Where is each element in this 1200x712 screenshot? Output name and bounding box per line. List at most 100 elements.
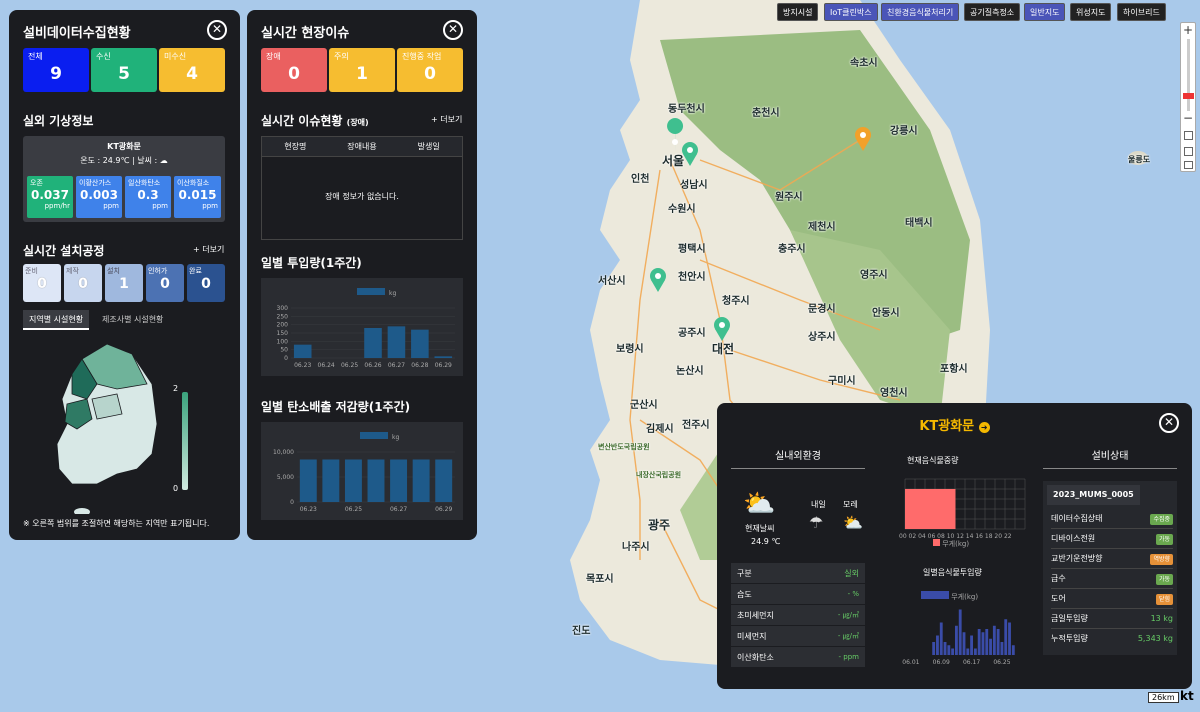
place-label: 상주시 (808, 332, 836, 343)
x-tick-label: 06.29 (435, 362, 452, 369)
place-label: 영천시 (880, 388, 908, 399)
map-btn-hybrid[interactable]: 하이브리드 (1117, 3, 1166, 21)
weather-temp-text: 온도 : 24.9℃ | 날씨 : (80, 156, 158, 165)
map-btn-normal-map[interactable]: 일반지도 (1024, 3, 1066, 21)
close-icon[interactable]: ✕ (443, 20, 463, 40)
issue-table-header: 현장명 장애내용 발생일 (262, 137, 462, 157)
bar (939, 622, 943, 655)
bar (954, 625, 958, 655)
equip-label: 급수 (1051, 574, 1066, 583)
equip-row: 금일투입량 13 kg (1051, 609, 1173, 629)
arrow-right-icon[interactable]: ➜ (978, 422, 990, 433)
stat-value: 0 (288, 64, 300, 84)
env-label: 미세먼지 (737, 632, 767, 641)
zoom-in-button[interactable]: + (1181, 23, 1195, 37)
place-label: 전주시 (682, 420, 710, 431)
bar (1004, 619, 1008, 655)
bar (977, 629, 981, 655)
close-icon[interactable]: ✕ (207, 20, 227, 40)
bar (367, 459, 385, 502)
env-label: 습도 (737, 590, 752, 599)
map-btn-air-station[interactable]: 공기질측정소 (964, 3, 1021, 21)
map-btn-prevention[interactable]: 방지시설 (777, 3, 819, 21)
equip-badge: 가동 (1155, 534, 1173, 545)
place-label: 나주시 (622, 542, 650, 553)
carbon-chart-heading: 일별 탄소배출 저감량(1주간) (261, 400, 411, 414)
equip-card: 2023_MUMS_0005 데이터수집상태 수집중 디바이스전원 가동 교반기운전… (1043, 481, 1177, 655)
input-chart-heading: 일별 투입량(1주간) (261, 256, 362, 270)
x-tick-label: 06.27 (388, 362, 405, 369)
bar (364, 328, 382, 358)
legend-swatch (357, 288, 385, 295)
stat-value: 4 (186, 64, 198, 84)
issue-more-link[interactable]: + 더보기 (431, 114, 462, 125)
install-value: 0 (160, 276, 170, 292)
install-more-link[interactable]: + 더보기 (193, 244, 224, 255)
legend-gradient[interactable] (182, 392, 188, 490)
place-label: 구미시 (828, 376, 856, 387)
tomorrow-label: 내일 (811, 500, 826, 509)
map-tool-icon[interactable] (1184, 131, 1193, 140)
install-value: 1 (119, 276, 129, 292)
zoom-out-button[interactable]: − (1181, 111, 1195, 125)
korea-region-map[interactable] (37, 344, 167, 514)
popup-title[interactable]: KT광화문 ➜ (717, 415, 1192, 434)
bar (435, 459, 453, 502)
place-label: 평택시 (678, 244, 706, 255)
place-label: 대전 (712, 342, 735, 356)
place-label: 태백시 (905, 218, 933, 229)
place-label: 충주시 (778, 244, 806, 255)
place-label: 김제시 (646, 424, 674, 435)
stat-not-received: 미수신 4 (159, 48, 225, 92)
equip-label: 금일투입량 (1051, 614, 1088, 623)
y-tick-label: 300 (277, 305, 289, 312)
equip-badge: 수집중 (1150, 514, 1173, 525)
daily-food-chart: 06.01 06.09 06.17 06.25 (902, 609, 1015, 666)
zoom-slider[interactable] (1187, 39, 1190, 111)
equip-value: 5,343 kg (1137, 634, 1173, 643)
current-weight-heading: 현재음식물중량 (907, 456, 959, 465)
bar (322, 459, 340, 502)
stat-label: 장애 (266, 52, 281, 61)
env-value: - ㎍/㎥ (837, 611, 859, 619)
bar (943, 642, 947, 655)
place-label: 청주시 (722, 296, 750, 307)
input-chart-box: kg 300 250 200 150 100 50 0 06.23 06.24 06.25 06.26… (261, 278, 463, 376)
bar (920, 489, 926, 529)
panel-title: 실시간 현장이슈 (261, 26, 350, 41)
place-label: 서산시 (598, 276, 626, 287)
stat-label: 미수신 (164, 52, 187, 61)
tab-region[interactable]: 지역별 시설현황 (23, 310, 90, 330)
stat-value: 0 (424, 64, 436, 84)
weather-item: 일산화탄소 0.3 ppm (125, 176, 171, 218)
install-label: 제작 (66, 267, 79, 275)
bar (936, 635, 939, 655)
legend-min: 0 (173, 484, 179, 493)
zoom-handle[interactable] (1183, 93, 1194, 99)
place-label: 광주 (648, 518, 671, 532)
env-row: 이산화탄소 - ppm (731, 647, 865, 668)
site-popup: KT광화문 ➜ ✕ 실내외환경 ⛅ 현재날씨 24.9 ℃ 내일 ☂ 모레 ⛅ … (717, 403, 1192, 689)
bar (940, 489, 946, 529)
map-tool-icon[interactable] (1184, 147, 1193, 156)
map-tool-icon[interactable] (1184, 161, 1193, 169)
legend-label: 무게(kg) (942, 540, 970, 548)
zoom-control: + − (1180, 22, 1196, 172)
col-header: 현장명 (284, 142, 307, 151)
bar (951, 648, 955, 655)
popup-title-text: KT광화문 (919, 419, 975, 434)
weather-item-label: 일산화탄소 (128, 179, 161, 187)
bar (970, 635, 974, 655)
env-table: 구분 실외 습도 - % 초미세먼지 - ㎍/㎥ 미세먼지 - ㎍/㎥ 이산화탄소 - p… (731, 563, 865, 668)
place-label: 공주시 (678, 328, 706, 339)
map-btn-iot-cleanbox[interactable]: IoT클린박스 (824, 3, 878, 21)
weather-item: 이산화질소 0.015 ppm (174, 176, 221, 218)
map-btn-food-processor[interactable]: 친환경음식물처리기 (881, 3, 960, 21)
install-item: 인허가 0 (146, 264, 184, 302)
equip-row: 디바이스전원 가동 (1051, 529, 1173, 549)
map-btn-satellite[interactable]: 위성지도 (1070, 3, 1112, 21)
tab-manufacturer[interactable]: 제조사별 시설현황 (99, 310, 166, 330)
weather-item-value: 0.015 (178, 188, 217, 202)
legend-label: kg (389, 290, 396, 297)
close-icon[interactable]: ✕ (1159, 413, 1179, 433)
